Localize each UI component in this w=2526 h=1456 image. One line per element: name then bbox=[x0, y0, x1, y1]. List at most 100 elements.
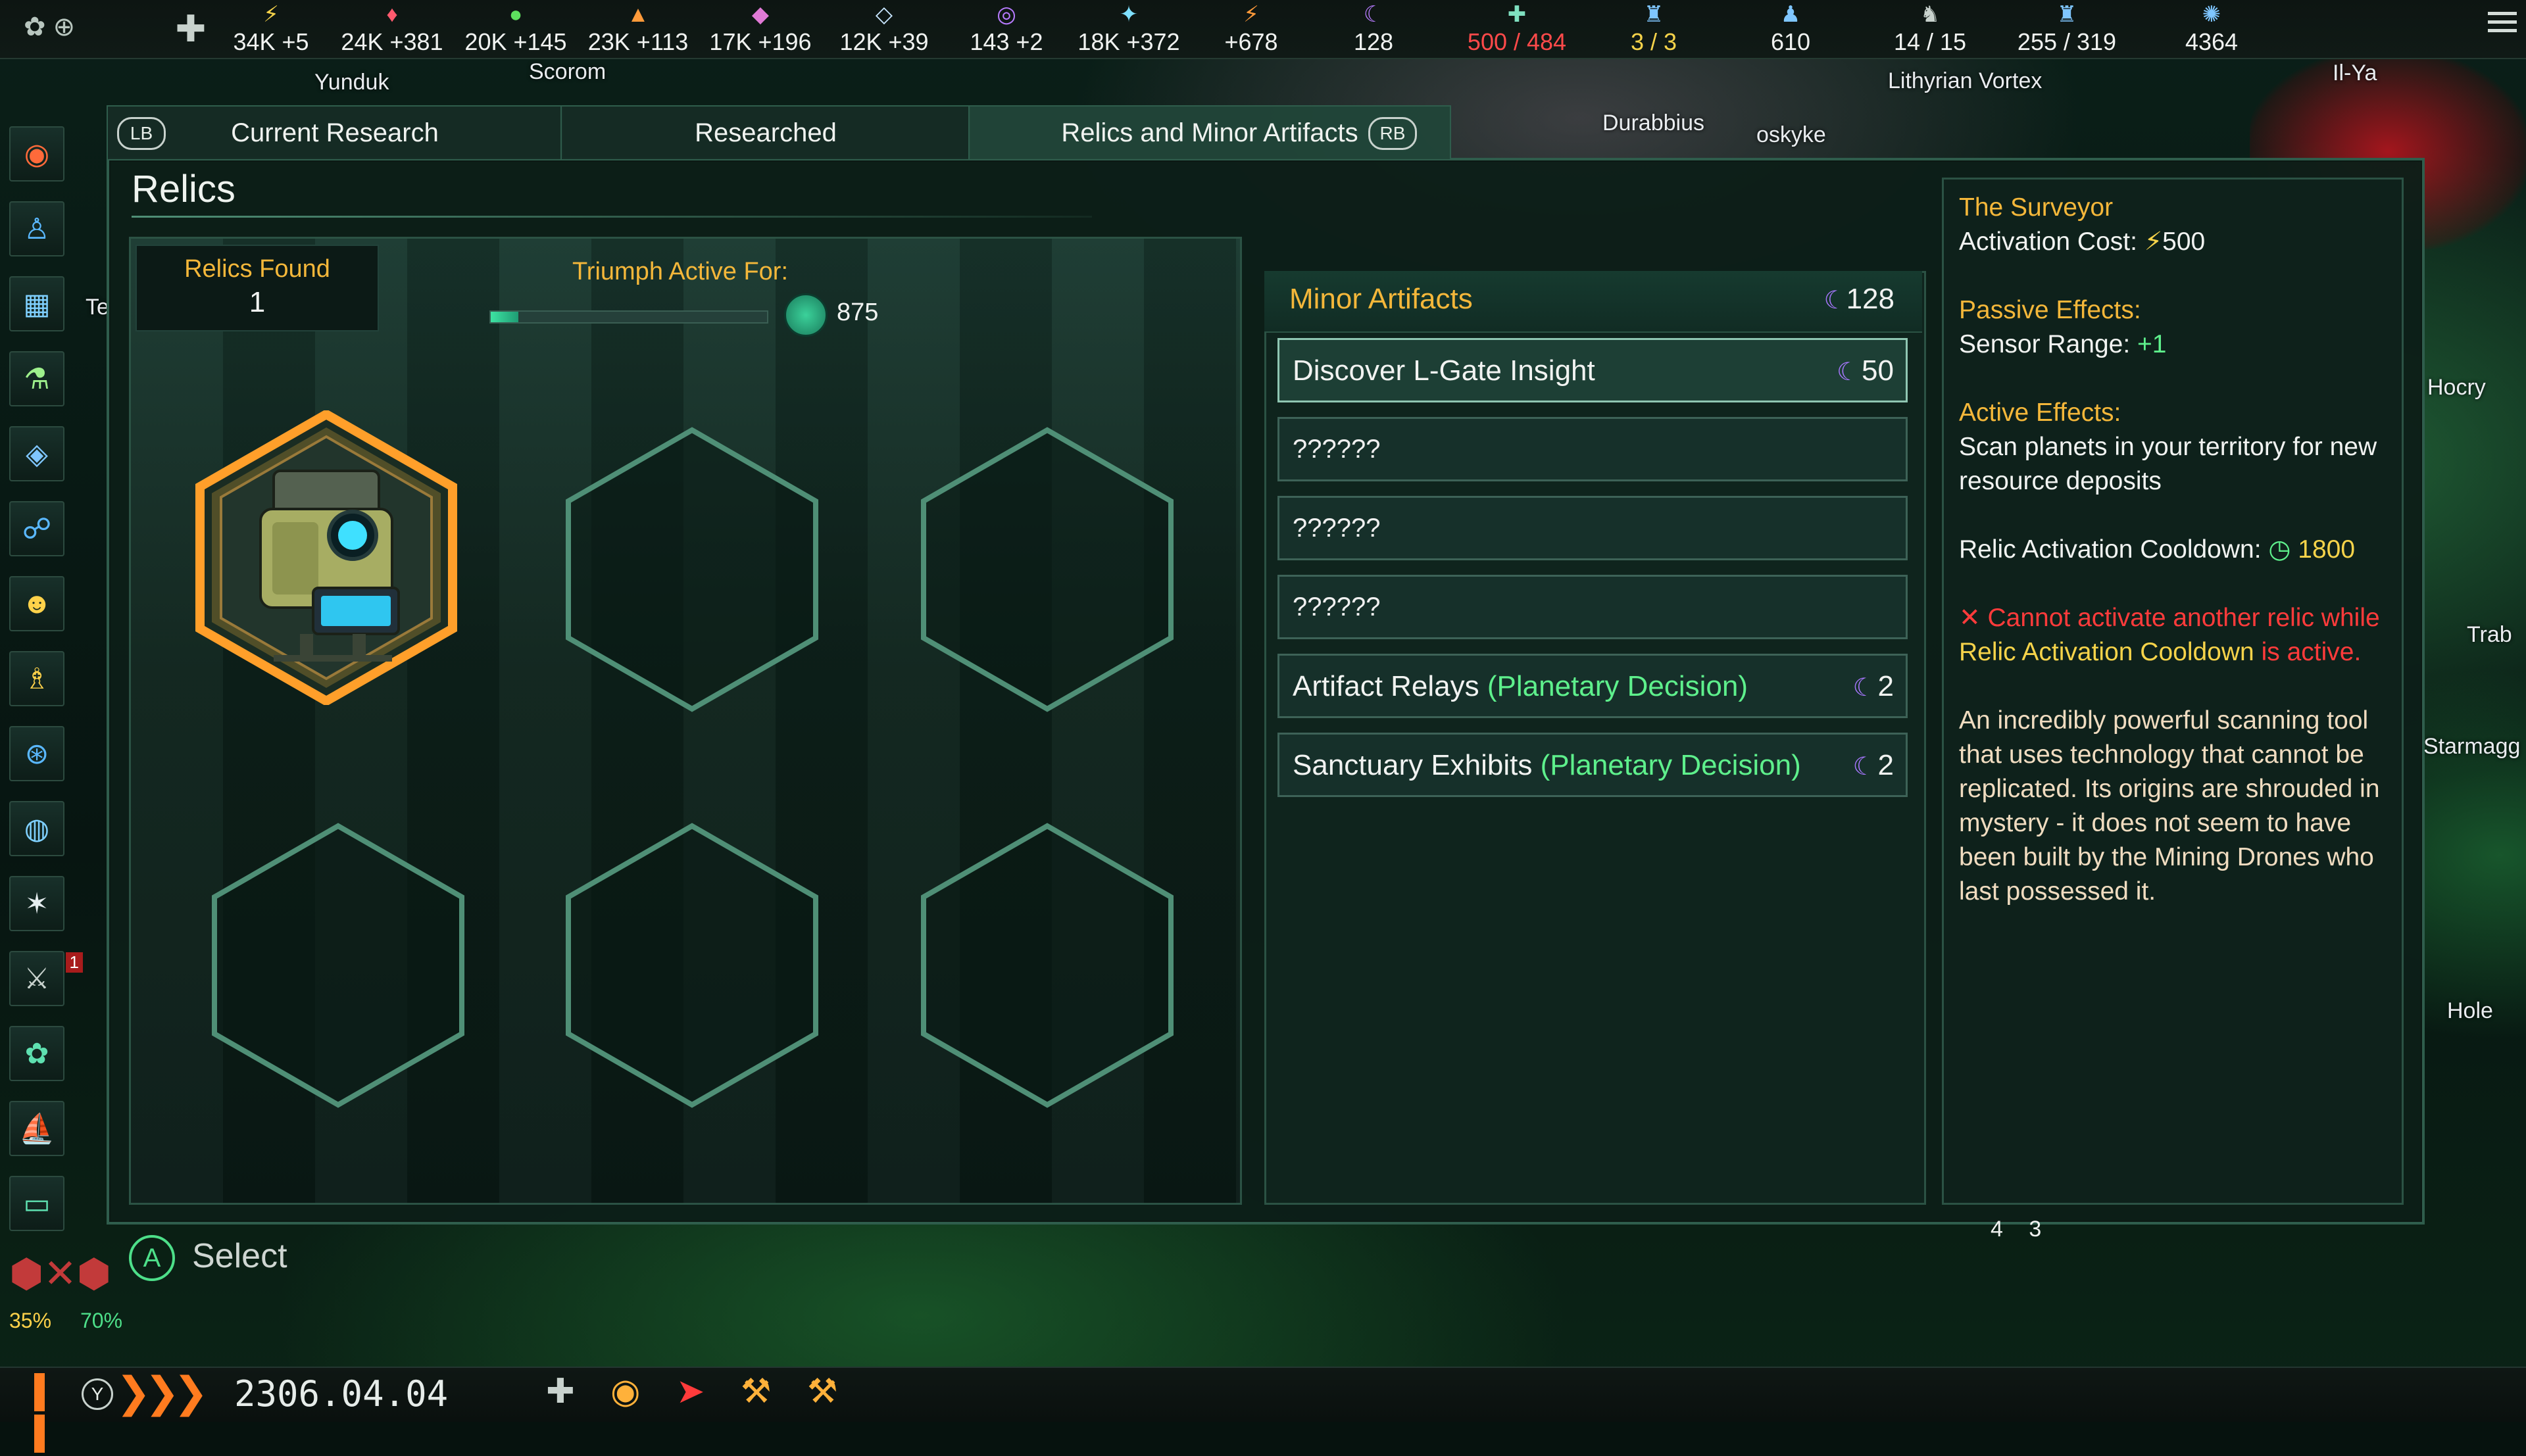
minor-artifact-name: ?????? bbox=[1293, 514, 1381, 543]
map-label-oskyke[interactable]: oskyke bbox=[1756, 122, 1826, 148]
main-menu-icon[interactable] bbox=[2488, 12, 2517, 36]
traditions-icon[interactable]: ☻ bbox=[9, 576, 64, 631]
resource-envoys[interactable]: ♞ 14 / 15 bbox=[1871, 0, 1989, 58]
resource-food[interactable]: ● 20K +145 bbox=[457, 0, 575, 58]
technology-icon[interactable]: ⚗ bbox=[9, 351, 64, 406]
minor-artifact-row[interactable]: ?????? bbox=[1277, 575, 1908, 639]
add-icon[interactable]: ✚ bbox=[546, 1372, 575, 1411]
map-label-hole[interactable]: Hole bbox=[2447, 998, 2493, 1024]
warning-text-c: is active. bbox=[2254, 638, 2362, 666]
rb-button[interactable]: RB bbox=[1368, 117, 1417, 150]
pause-icon[interactable] bbox=[34, 1373, 67, 1453]
minor-artifact-row[interactable]: Discover L-Gate Insight ☾50 bbox=[1277, 338, 1908, 402]
page-title: Relics bbox=[132, 168, 235, 210]
add-icon[interactable]: ✚ bbox=[164, 0, 217, 58]
map-label-te[interactable]: Te bbox=[86, 295, 109, 320]
map-label-scorom[interactable]: Scorom bbox=[529, 59, 606, 85]
relic-slot-empty[interactable] bbox=[916, 818, 1179, 1113]
active-effects-title: Active Effects: bbox=[1959, 399, 2121, 427]
empire-size-icon: ✺ bbox=[2202, 2, 2221, 27]
a-button[interactable]: A bbox=[129, 1235, 175, 1281]
minor-artifact-row[interactable]: Artifact Relays (Planetary Decision) ☾2 bbox=[1277, 654, 1908, 718]
resource-energy[interactable]: ⚡ 34K +5 bbox=[212, 0, 330, 58]
envoys-icon: ♞ bbox=[1919, 2, 1941, 27]
resource-empire-size[interactable]: ✺ 4364 bbox=[2152, 0, 2271, 58]
map-label-hocry[interactable]: Hocry bbox=[2427, 375, 2486, 400]
eye-icon[interactable]: ◉ bbox=[610, 1372, 640, 1411]
y-button[interactable]: Y bbox=[82, 1378, 113, 1410]
relic-description: An incredibly powerful scanning tool tha… bbox=[1959, 706, 2380, 906]
minor-artifact-cost: ☾50 bbox=[1837, 354, 1894, 387]
relic-slot-surveyor[interactable] bbox=[195, 408, 458, 707]
activation-cost-value: 500 bbox=[2162, 228, 2206, 256]
tab-current-research-label: Current Research bbox=[231, 118, 439, 147]
minor-artifact-row[interactable]: ?????? bbox=[1277, 417, 1908, 481]
planets-icon[interactable]: ▦ bbox=[9, 276, 64, 331]
resource-admin-capacity[interactable]: ♜ 255 / 319 bbox=[2008, 0, 2126, 58]
minor-artifact-cost-value: 2 bbox=[1877, 749, 1894, 781]
lb-button[interactable]: LB bbox=[117, 117, 166, 150]
minor-artifact-row[interactable]: Sanctuary Exhibits (Planetary Decision) ☾… bbox=[1277, 733, 1908, 797]
construction-icon[interactable]: ⚒ bbox=[741, 1372, 772, 1411]
government-icon[interactable]: ◉ bbox=[9, 126, 64, 182]
resource-unity[interactable]: ◎ 143 +2 bbox=[947, 0, 1066, 58]
resource-starbase-capacity[interactable]: ♜ 3 / 3 bbox=[1595, 0, 1713, 58]
map-label-trab[interactable]: Trab bbox=[2467, 622, 2512, 648]
empire-emblem-icon[interactable]: ✿ ⊕ bbox=[24, 12, 75, 42]
active-effect: Scan planets in your territory for new r… bbox=[1959, 433, 2377, 495]
wars-icon[interactable]: ⚔ 1 bbox=[9, 951, 83, 1006]
leaders-icon[interactable]: ♗ bbox=[9, 651, 64, 706]
relics-found-label: Relics Found bbox=[184, 255, 330, 283]
resource-value: 18K +372 bbox=[1077, 28, 1180, 55]
passive-effect-label: Sensor Range: bbox=[1959, 330, 2138, 358]
resource-minerals[interactable]: ♦ 24K +381 bbox=[333, 0, 451, 58]
minor-artifact-cost: ☾2 bbox=[1852, 670, 1894, 703]
empire-emblem-icon[interactable]: ⬢✕⬢ bbox=[9, 1251, 111, 1310]
relic-slot-empty[interactable] bbox=[207, 818, 470, 1113]
resource-alloys[interactable]: ◆ 17K +196 bbox=[701, 0, 820, 58]
resource-value: 34K +5 bbox=[233, 28, 309, 55]
map-label-lithyrian-vortex[interactable]: Lithyrian Vortex bbox=[1888, 68, 2042, 94]
minor-artifact-name: Sanctuary Exhibits bbox=[1293, 749, 1541, 781]
relic-slot-empty[interactable] bbox=[916, 422, 1179, 717]
resource-influence[interactable]: ◇ 12K +39 bbox=[825, 0, 943, 58]
minor-artifacts-count: ☾128 bbox=[1824, 283, 1895, 316]
indicator-b: 3 bbox=[2029, 1217, 2042, 1242]
resource-fleet-capacity[interactable]: ✚ 500 / 484 bbox=[1458, 0, 1576, 58]
resource-value: 500 / 484 bbox=[1467, 28, 1567, 55]
map-label-yunduk[interactable]: Yunduk bbox=[314, 70, 389, 95]
minor-artifacts-icon: ☾ bbox=[1852, 674, 1875, 702]
situation-log-icon[interactable]: ⊛ bbox=[9, 726, 64, 781]
resource-consumer-goods[interactable]: ▲ 23K +113 bbox=[579, 0, 697, 58]
species-icon[interactable]: ♙ bbox=[9, 201, 64, 256]
map-label-starmagg[interactable]: Starmagg bbox=[2423, 734, 2520, 760]
minor-artifact-row[interactable]: ?????? bbox=[1277, 496, 1908, 560]
science-ship-icon[interactable]: ⚒ bbox=[807, 1372, 838, 1411]
contacts-icon[interactable]: ☍ bbox=[9, 501, 64, 556]
resource-research[interactable]: ✦ 18K +372 bbox=[1070, 0, 1188, 58]
alert-icon[interactable]: ➤ bbox=[676, 1372, 705, 1411]
activation-cost: Activation Cost: ⚡500 bbox=[1959, 225, 2380, 259]
relic-slot-empty[interactable] bbox=[560, 422, 824, 717]
speed-icon[interactable]: ❯❯❯ bbox=[116, 1368, 209, 1417]
galaxy-icon[interactable]: ◍ bbox=[9, 801, 64, 856]
factions-icon[interactable]: ✿ bbox=[9, 1026, 64, 1081]
tab-current-research[interactable]: Current Research bbox=[107, 105, 563, 159]
resource-pops[interactable]: ♟ 610 bbox=[1731, 0, 1850, 58]
chat-icon[interactable]: ▭ bbox=[9, 1176, 64, 1231]
resource-minor-artifacts[interactable]: ☾ 128 bbox=[1314, 0, 1433, 58]
tab-researched[interactable]: Researched bbox=[560, 105, 971, 159]
relic-name: The Surveyor bbox=[1959, 193, 2114, 222]
federation-icon[interactable]: ✶ bbox=[9, 876, 64, 931]
passive-effects-title: Passive Effects: bbox=[1959, 296, 2141, 324]
ships-icon[interactable]: ⛵ bbox=[9, 1101, 64, 1156]
minor-artifacts-count-value: 128 bbox=[1846, 283, 1894, 315]
minor-artifact-label: Discover L-Gate Insight bbox=[1293, 354, 1595, 387]
relic-slot-empty[interactable] bbox=[560, 818, 824, 1113]
minor-artifact-label: ?????? bbox=[1293, 593, 1380, 622]
resource-special-resource[interactable]: ⚡ +678 bbox=[1192, 0, 1310, 58]
fleets-icon[interactable]: ◈ bbox=[9, 426, 64, 481]
resource-value: 20K +145 bbox=[464, 28, 567, 55]
map-label-il-ya[interactable]: Il-Ya bbox=[2333, 61, 2377, 86]
map-label-durabbius[interactable]: Durabbius bbox=[1602, 110, 1704, 136]
